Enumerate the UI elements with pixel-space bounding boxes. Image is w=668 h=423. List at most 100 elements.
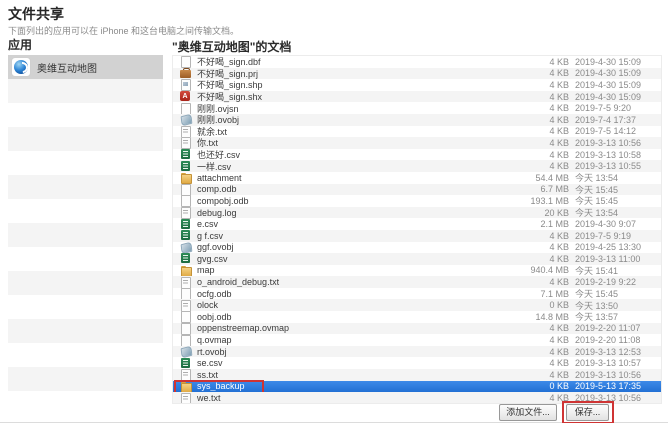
file-row[interactable]: 你.txt 4 KB 2019-3-13 10:56 bbox=[173, 137, 661, 149]
file-row[interactable]: ocfg.odb 7.1 MB 今天 15:45 bbox=[173, 288, 661, 300]
file-row[interactable]: we.txt 4 KB 2019-3-13 10:56 bbox=[173, 392, 661, 404]
file-name: gvg.csv bbox=[197, 254, 503, 264]
file-name: 一样.csv bbox=[197, 160, 503, 173]
file-size: 4 KB bbox=[503, 126, 569, 136]
file-size: 0 KB bbox=[503, 300, 569, 310]
file-row[interactable]: oppenstreemap.ovmap 4 KB 2019-2-20 11:07 bbox=[173, 323, 661, 335]
file-row[interactable]: rt.ovobj 4 KB 2019-3-13 12:53 bbox=[173, 346, 661, 358]
file-date: 2019-4-25 13:30 bbox=[575, 242, 661, 252]
file-row[interactable]: 就余.txt 4 KB 2019-7-5 14:12 bbox=[173, 126, 661, 138]
file-date: 2019-3-13 10:56 bbox=[575, 370, 661, 380]
file-size: 4 KB bbox=[503, 115, 569, 125]
file-list: 不好喝_sign.dbf 4 KB 2019-4-30 15:09 不好喝_si… bbox=[172, 55, 662, 404]
file-row[interactable]: 刚刚.ovjsn 4 KB 2019-7-5 9:20 bbox=[173, 102, 661, 114]
file-size: 14.8 MB bbox=[503, 312, 569, 322]
app-list-empty-row bbox=[8, 127, 163, 151]
file-date: 2019-2-20 11:07 bbox=[575, 323, 661, 333]
page-gray-icon bbox=[180, 300, 191, 311]
page-title: 文件共享 bbox=[8, 4, 64, 24]
app-list-empty-row bbox=[8, 199, 163, 223]
app-list-empty-row bbox=[8, 271, 163, 295]
file-size: 2.1 MB bbox=[503, 219, 569, 229]
file-size: 4 KB bbox=[503, 68, 569, 78]
file-row[interactable]: oobj.odb 14.8 MB 今天 13:57 bbox=[173, 311, 661, 323]
file-row[interactable]: 不好喝_sign.prj 4 KB 2019-4-30 15:09 bbox=[173, 68, 661, 80]
file-row[interactable]: compobj.odb 193.1 MB 今天 15:45 bbox=[173, 195, 661, 207]
file-date: 2019-3-13 12:53 bbox=[575, 347, 661, 357]
file-name: comp.odb bbox=[197, 184, 503, 194]
file-size: 0 KB bbox=[503, 381, 569, 391]
file-name: map bbox=[197, 265, 503, 275]
file-size: 4 KB bbox=[503, 323, 569, 333]
file-name: we.txt bbox=[197, 393, 503, 403]
add-file-button[interactable]: 添加文件... bbox=[499, 404, 557, 421]
file-row[interactable]: 也还好.csv 4 KB 2019-3-13 10:58 bbox=[173, 149, 661, 161]
app-list-empty-row bbox=[8, 295, 163, 319]
file-row[interactable]: 一样.csv 4 KB 2019-3-13 10:55 bbox=[173, 160, 661, 172]
file-row[interactable]: 不好喝_sign.shx 4 KB 2019-4-30 15:09 bbox=[173, 91, 661, 103]
file-name: sys_backup bbox=[197, 381, 503, 391]
file-row[interactable]: gvg.csv 4 KB 2019-3-13 11:00 bbox=[173, 253, 661, 265]
file-row[interactable]: attachment 54.4 MB 今天 13:54 bbox=[173, 172, 661, 184]
file-row[interactable]: g f.csv 4 KB 2019-7-5 9:19 bbox=[173, 230, 661, 242]
file-name: q.ovmap bbox=[197, 335, 503, 345]
file-date: 2019-4-30 15:09 bbox=[575, 92, 661, 102]
file-size: 193.1 MB bbox=[503, 196, 569, 206]
file-row[interactable]: e.csv 2.1 MB 2019-4-30 9:07 bbox=[173, 218, 661, 230]
app-list-empty-row bbox=[8, 247, 163, 271]
file-row[interactable]: o_android_debug.txt 4 KB 2019-2-19 9:22 bbox=[173, 276, 661, 288]
file-row[interactable]: olock 0 KB 今天 13:50 bbox=[173, 299, 661, 311]
file-row[interactable]: 不好喝_sign.shp 4 KB 2019-4-30 15:09 bbox=[173, 79, 661, 91]
file-date: 2019-4-30 15:09 bbox=[575, 68, 661, 78]
save-button[interactable]: 保存... bbox=[566, 404, 609, 421]
file-size: 4 KB bbox=[503, 242, 569, 252]
file-name: compobj.odb bbox=[197, 196, 503, 206]
docs-section-header: "奥维互动地图"的文档 bbox=[172, 38, 291, 55]
file-row[interactable]: q.ovmap 4 KB 2019-2-20 11:08 bbox=[173, 334, 661, 346]
app-list-empty-row bbox=[8, 151, 163, 175]
file-row[interactable]: sys_backup 0 KB 2019-5-13 17:35 bbox=[173, 381, 661, 393]
page-subtitle: 下面列出的应用可以在 iPhone 和这台电脑之间传输文档。 bbox=[8, 24, 239, 37]
file-size: 4 KB bbox=[503, 254, 569, 264]
file-row[interactable]: 刚刚.ovobj 4 KB 2019-7-4 17:37 bbox=[173, 114, 661, 126]
file-size: 4 KB bbox=[503, 277, 569, 287]
file-size: 4 KB bbox=[503, 370, 569, 380]
excel-icon bbox=[180, 161, 191, 172]
file-row[interactable]: comp.odb 6.7 MB 今天 15:45 bbox=[173, 184, 661, 196]
app-list-empty-row bbox=[8, 103, 163, 127]
file-row[interactable]: se.csv 4 KB 2019-3-13 10:57 bbox=[173, 357, 661, 369]
page-gray-icon bbox=[180, 369, 191, 380]
file-row[interactable]: map 940.4 MB 今天 15:41 bbox=[173, 265, 661, 277]
file-size: 4 KB bbox=[503, 150, 569, 160]
file-size: 4 KB bbox=[503, 347, 569, 357]
folder-icon bbox=[180, 381, 191, 392]
file-size: 4 KB bbox=[503, 138, 569, 148]
file-size: 4 KB bbox=[503, 103, 569, 113]
file-date: 2019-7-5 14:12 bbox=[575, 126, 661, 136]
app-row-ovi-map[interactable]: 奥维互动地图 bbox=[8, 55, 163, 79]
file-name: attachment bbox=[197, 173, 503, 183]
excel-icon bbox=[180, 149, 191, 160]
file-sharing-panel: 文件共享 下面列出的应用可以在 iPhone 和这台电脑之间传输文档。 应用 "… bbox=[0, 0, 668, 423]
footer-toolbar: 添加文件... 保存... bbox=[172, 404, 662, 423]
file-date: 2019-2-20 11:08 bbox=[575, 335, 661, 345]
app-list-empty-row bbox=[8, 175, 163, 199]
app-name: 奥维互动地图 bbox=[37, 60, 97, 75]
file-name: e.csv bbox=[197, 219, 503, 229]
page-gray-icon bbox=[180, 393, 191, 404]
file-date: 今天 15:41 bbox=[575, 264, 661, 277]
folder-icon bbox=[180, 265, 191, 276]
page-icon bbox=[180, 103, 191, 114]
file-row[interactable]: 不好喝_sign.dbf 4 KB 2019-4-30 15:09 bbox=[173, 56, 661, 68]
file-date: 2019-4-30 15:09 bbox=[575, 57, 661, 67]
file-row[interactable]: debug.log 20 KB 今天 13:54 bbox=[173, 207, 661, 219]
app-list-empty-row bbox=[8, 79, 163, 103]
file-size: 4 KB bbox=[503, 80, 569, 90]
app-list-empty-row bbox=[8, 367, 163, 391]
file-row[interactable]: ss.txt 4 KB 2019-3-13 10:56 bbox=[173, 369, 661, 381]
folder-icon bbox=[180, 172, 191, 183]
file-row[interactable]: ggf.ovobj 4 KB 2019-4-25 13:30 bbox=[173, 242, 661, 254]
file-size: 4 KB bbox=[503, 358, 569, 368]
file-date: 2019-7-4 17:37 bbox=[575, 115, 661, 125]
file-size: 6.7 MB bbox=[503, 184, 569, 194]
